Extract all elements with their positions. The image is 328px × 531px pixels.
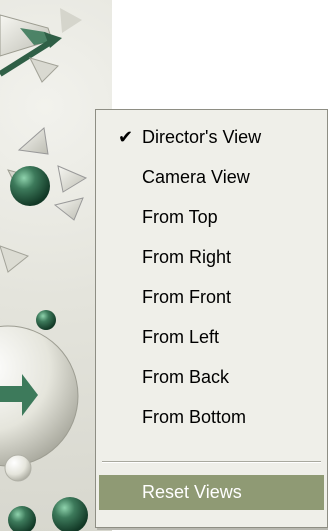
menu-item-label: From Right xyxy=(142,247,232,267)
green-sphere-icon[interactable] xyxy=(10,166,50,206)
menu-item-from-right[interactable]: From Right xyxy=(96,237,327,277)
menu-item-label: From Top xyxy=(142,207,218,227)
gizmo-arrow-icon[interactable] xyxy=(0,8,82,83)
checkmark-icon: ✔ xyxy=(118,127,134,147)
menu-item-label: Reset Views xyxy=(142,482,242,502)
menu-item-from-back[interactable]: From Back xyxy=(96,357,327,397)
menu-item-from-left[interactable]: From Left xyxy=(96,317,327,357)
menu-item-camera-view[interactable]: Camera View xyxy=(96,157,327,197)
small-sphere-icon[interactable] xyxy=(36,310,56,330)
menu-item-label: From Left xyxy=(142,327,220,347)
menu-item-directors-view[interactable]: ✔ Director's View xyxy=(96,117,327,157)
menu-item-from-top[interactable]: From Top xyxy=(96,197,327,237)
menu-item-label: From Front xyxy=(142,287,232,307)
view-context-menu: ✔ Director's View Camera View From Top F… xyxy=(95,109,328,528)
3d-scene-window: ✔ Director's View Camera View From Top F… xyxy=(0,0,328,531)
menu-item-label: Camera View xyxy=(142,167,250,187)
menu-item-reset-views[interactable]: Reset Views xyxy=(99,475,324,510)
menu-item-from-front[interactable]: From Front xyxy=(96,277,327,317)
menu-separator xyxy=(102,461,321,463)
menu-item-label: From Back xyxy=(142,367,230,387)
menu-item-from-bottom[interactable]: From Bottom xyxy=(96,397,327,437)
menu-item-label: From Bottom xyxy=(142,407,247,427)
menu-item-label: Director's View xyxy=(142,127,262,147)
